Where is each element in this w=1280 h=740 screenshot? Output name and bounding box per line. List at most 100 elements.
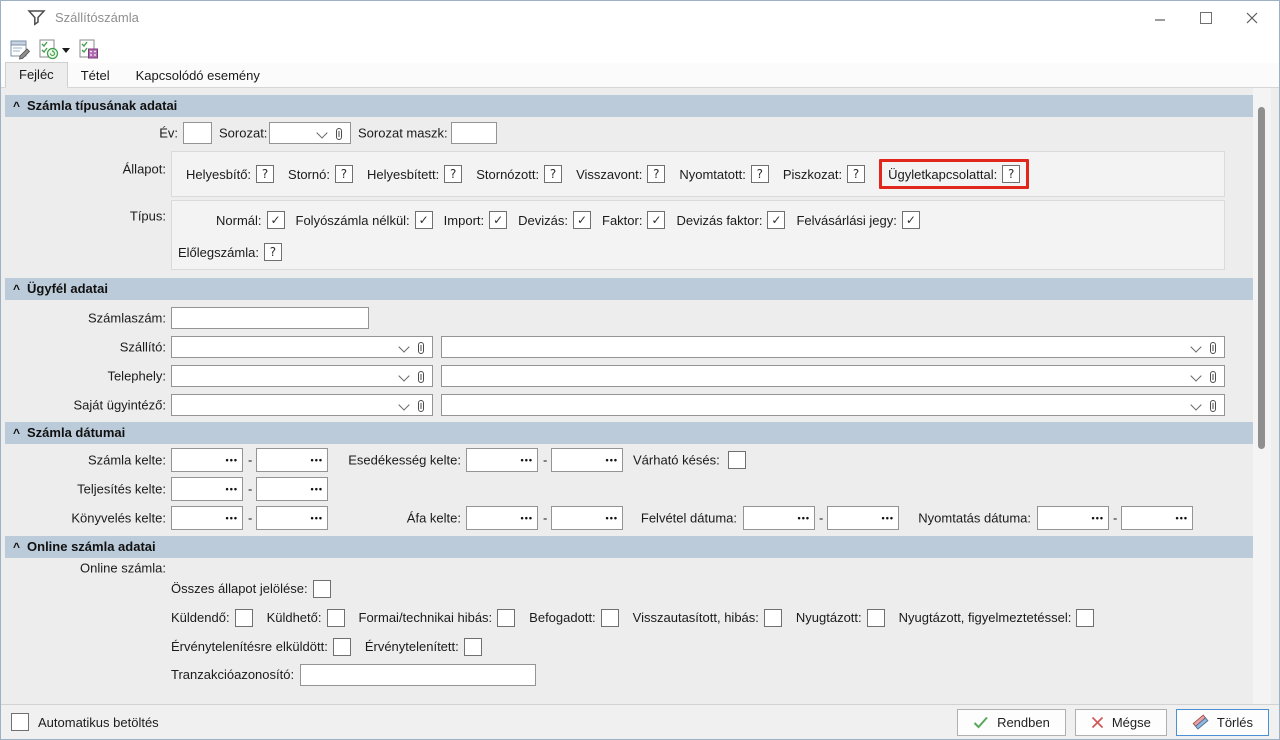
delay-checkbox[interactable] — [728, 451, 746, 469]
faktor-checkbox[interactable]: ✓ — [647, 211, 666, 229]
range-separator: - — [1113, 510, 1118, 526]
date-picker-icon[interactable]: ••• — [226, 513, 238, 523]
date-picker-icon[interactable]: ••• — [1176, 513, 1188, 523]
nyugtazott-checkbox[interactable] — [866, 608, 885, 627]
tab-tetel[interactable]: Tétel — [68, 64, 123, 88]
invoice-date-to[interactable]: ••• — [256, 448, 328, 472]
tab-fejlec[interactable]: Fejléc — [5, 62, 68, 88]
nyugtazott-figyelmeztetessel-checkbox[interactable] — [1076, 608, 1095, 627]
invoice-date-from[interactable]: ••• — [171, 448, 243, 472]
advance-row: Előlegszámla: ? — [172, 237, 1224, 267]
window-title: Szállítószámla — [55, 10, 139, 25]
record-date-from[interactable]: ••• — [743, 506, 815, 530]
date-picker-icon[interactable]: ••• — [606, 513, 618, 523]
supplier-combo[interactable] — [171, 335, 433, 358]
vat-date-to[interactable]: ••• — [551, 506, 623, 530]
type-item: Devizás faktor: ✓ — [676, 211, 786, 229]
section-header-dates[interactable]: ^ Számla dátumai — [5, 422, 1255, 444]
devizas-checkbox[interactable]: ✓ — [573, 211, 591, 229]
piszkozat-checkbox[interactable]: ? — [847, 165, 866, 183]
date-picker-icon[interactable]: ••• — [882, 513, 894, 523]
completion-date-from[interactable]: ••• — [171, 477, 243, 501]
own-clerk-combo[interactable] — [171, 393, 433, 416]
import-checkbox[interactable]: ✓ — [489, 211, 508, 229]
supplier-label: Szállító: — [119, 339, 166, 354]
befogadott-checkbox[interactable] — [600, 608, 619, 627]
year-series-row: Év: Sorozat: Sorozat maszk: — [1, 119, 1253, 147]
paperclip-icon — [418, 399, 424, 412]
section-title: Online számla adatai — [27, 539, 156, 554]
due-date-to[interactable]: ••• — [551, 448, 623, 472]
folyoszamla-nelkul-checkbox[interactable]: ✓ — [414, 211, 433, 229]
site-name-combo[interactable] — [441, 364, 1225, 387]
print-date-from[interactable]: ••• — [1037, 506, 1109, 530]
online-status-row: Küldendő: Küldhető: Formai/technikai hib… — [171, 604, 1095, 631]
invoice-number-input[interactable] — [171, 306, 369, 329]
ok-button[interactable]: Rendben — [957, 708, 1066, 736]
normal-checkbox[interactable]: ✓ — [266, 211, 285, 229]
elolegszamla-checkbox[interactable]: ? — [263, 243, 282, 261]
date-picker-icon[interactable]: ••• — [226, 455, 238, 465]
own-clerk-name-combo[interactable] — [441, 393, 1225, 416]
section-header-online[interactable]: ^ Online számla adatai — [5, 536, 1255, 558]
vat-date-from[interactable]: ••• — [466, 506, 538, 530]
supplier-name-combo[interactable] — [441, 335, 1225, 358]
series-combo[interactable] — [269, 122, 351, 144]
date-picker-icon[interactable]: ••• — [226, 484, 238, 494]
auto-load-checkbox[interactable] — [11, 713, 29, 731]
tab-kapcsolodo-esemeny[interactable]: Kapcsolódó esemény — [123, 64, 273, 88]
year-input[interactable] — [183, 122, 212, 144]
devizas-faktor-checkbox[interactable]: ✓ — [767, 211, 786, 229]
date-picker-icon[interactable]: ••• — [521, 513, 533, 523]
section-header-invoice-type[interactable]: ^ Számla típusának adatai — [5, 95, 1255, 117]
range-separator: - — [248, 510, 253, 526]
load-checklist-button[interactable] — [36, 37, 60, 61]
stornozott-checkbox[interactable]: ? — [544, 165, 563, 183]
record-date-to[interactable]: ••• — [827, 506, 899, 530]
calc-checklist-button[interactable] — [76, 37, 100, 61]
select-all-statuses-checkbox[interactable] — [312, 579, 331, 598]
vertical-scrollbar-track[interactable] — [1253, 88, 1271, 704]
checkbox-label: Felvásárlási jegy: — [796, 212, 897, 228]
visszavont-checkbox[interactable]: ? — [647, 165, 666, 183]
maximize-button[interactable] — [1183, 1, 1229, 35]
checklist-calc-icon — [79, 39, 98, 59]
visszautasitott-hibas-checkbox[interactable] — [763, 608, 782, 627]
ervenytelenitett-checkbox[interactable] — [463, 637, 482, 656]
kuldheto-checkbox[interactable] — [326, 608, 345, 627]
due-date-from[interactable]: ••• — [466, 448, 538, 472]
ugyletkapcsolattal-checkbox[interactable]: ? — [1002, 165, 1021, 183]
formai-technikai-hibas-checkbox[interactable] — [497, 608, 516, 627]
paperclip-icon — [1210, 341, 1216, 354]
site-combo[interactable] — [171, 364, 433, 387]
close-button[interactable] — [1229, 1, 1275, 35]
booking-date-to[interactable]: ••• — [256, 506, 328, 530]
date-picker-icon[interactable]: ••• — [798, 513, 810, 523]
date-picker-icon[interactable]: ••• — [311, 513, 323, 523]
completion-date-to[interactable]: ••• — [256, 477, 328, 501]
delete-button[interactable]: Törlés — [1175, 708, 1269, 736]
helyesbitett-checkbox[interactable]: ? — [444, 165, 463, 183]
toolbar-dropdown-caret[interactable] — [62, 48, 70, 53]
section-header-customer[interactable]: ^ Ügyfél adatai — [5, 278, 1255, 300]
date-picker-icon[interactable]: ••• — [311, 484, 323, 494]
transaction-id-input[interactable] — [300, 663, 537, 686]
nyomtatott-checkbox[interactable]: ? — [750, 165, 769, 183]
date-picker-icon[interactable]: ••• — [521, 455, 533, 465]
kuldendo-checkbox[interactable] — [234, 608, 253, 627]
edit-form-button[interactable] — [8, 37, 32, 61]
felvasarlasi-jegy-checkbox[interactable]: ✓ — [901, 211, 920, 229]
date-picker-icon[interactable]: ••• — [1092, 513, 1104, 523]
series-mask-input[interactable] — [451, 122, 497, 144]
ervenytelenitesre-elkuldott-checkbox[interactable] — [332, 637, 351, 656]
storno-checkbox[interactable]: ? — [334, 165, 353, 183]
cancel-button[interactable]: Mégse — [1074, 708, 1167, 736]
print-date-to[interactable]: ••• — [1121, 506, 1193, 530]
booking-date-from[interactable]: ••• — [171, 506, 243, 530]
minimize-button[interactable] — [1137, 1, 1183, 35]
helyesbito-checkbox[interactable]: ? — [256, 165, 275, 183]
date-picker-icon[interactable]: ••• — [606, 455, 618, 465]
chevron-down-icon — [398, 398, 410, 411]
vertical-scrollbar-thumb[interactable] — [1258, 107, 1265, 449]
checkbox-label: Stornó: — [288, 166, 330, 182]
